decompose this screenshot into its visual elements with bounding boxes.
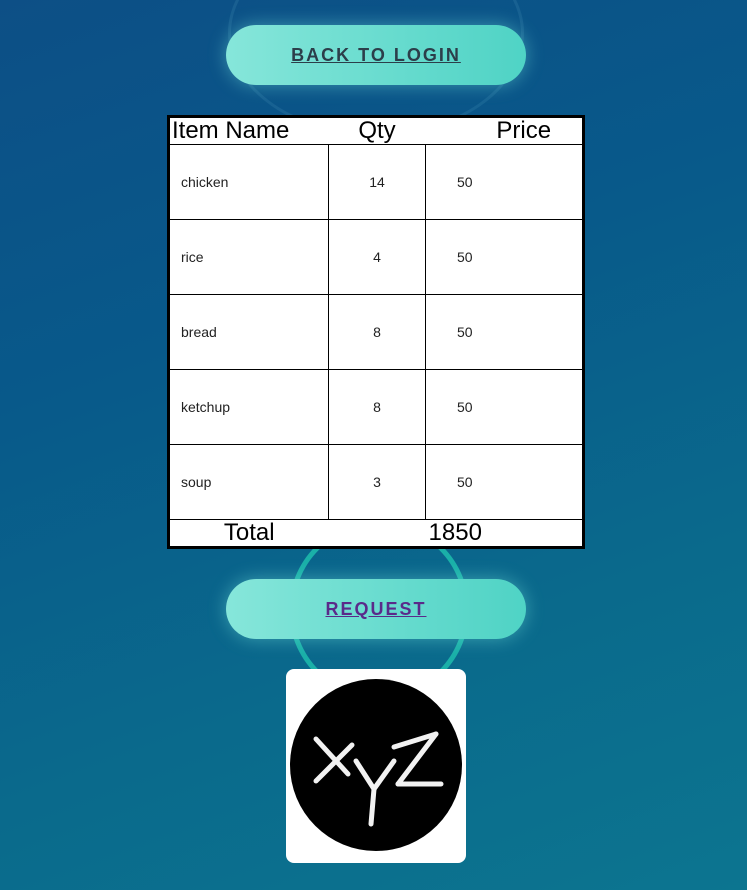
item-price-cell: 50 bbox=[425, 219, 584, 295]
item-qty-cell: 4 bbox=[328, 219, 426, 295]
item-name-cell: rice bbox=[168, 219, 329, 295]
table-row: chicken 14 50 bbox=[168, 144, 584, 220]
item-name-cell: bread bbox=[168, 294, 329, 370]
total-label: Total bbox=[168, 519, 329, 548]
table-row: bread 8 50 bbox=[168, 294, 584, 370]
item-name-cell: chicken bbox=[168, 144, 329, 220]
back-to-login-button[interactable]: BACK TO LOGIN bbox=[226, 25, 526, 85]
item-qty-cell: 8 bbox=[328, 294, 426, 370]
column-header-item-name: Item Name bbox=[168, 116, 329, 145]
item-qty-cell: 3 bbox=[328, 444, 426, 520]
item-price-cell: 50 bbox=[425, 444, 584, 520]
column-header-price: Price bbox=[425, 116, 584, 145]
logo-card bbox=[286, 669, 466, 863]
table-row: ketchup 8 50 bbox=[168, 369, 584, 445]
item-price-cell: 50 bbox=[425, 294, 584, 370]
request-button[interactable]: REQUEST bbox=[226, 579, 526, 639]
item-name-cell: soup bbox=[168, 444, 329, 520]
total-value: 1850 bbox=[328, 519, 584, 548]
item-name-cell: ketchup bbox=[168, 369, 329, 445]
order-table: Item Name Qty Price chicken 14 50 rice 4… bbox=[167, 115, 585, 549]
table-header-row: Item Name Qty Price bbox=[168, 116, 584, 145]
table-row: rice 4 50 bbox=[168, 219, 584, 295]
total-row: Total 1850 bbox=[168, 519, 584, 548]
column-header-qty: Qty bbox=[328, 116, 426, 145]
table-row: soup 3 50 bbox=[168, 444, 584, 520]
item-qty-cell: 8 bbox=[328, 369, 426, 445]
item-qty-cell: 14 bbox=[328, 144, 426, 220]
xyz-logo-icon bbox=[290, 679, 462, 851]
item-price-cell: 50 bbox=[425, 369, 584, 445]
item-price-cell: 50 bbox=[425, 144, 584, 220]
